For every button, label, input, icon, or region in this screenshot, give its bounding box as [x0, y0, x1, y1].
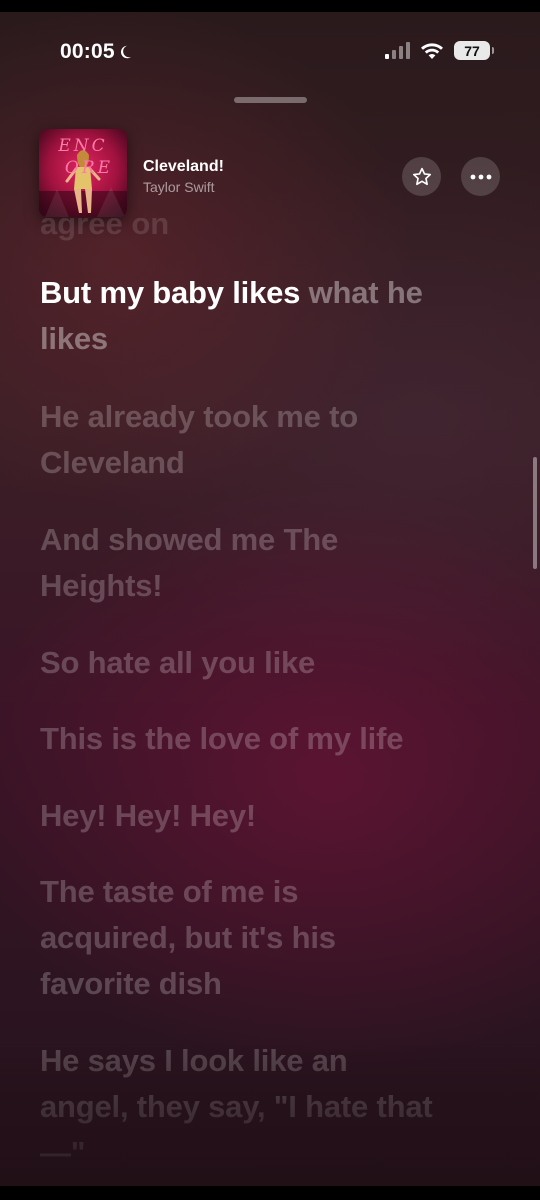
- lyric-line[interactable]: The taste of me is acquired, but it's hi…: [40, 869, 400, 1007]
- lyric-line[interactable]: Hey! Hey! Hey!: [40, 793, 480, 839]
- bottom-edge: [0, 1186, 540, 1200]
- star-icon: [412, 167, 431, 185]
- lyric-line[interactable]: He says I look like an angel, they say, …: [40, 1038, 440, 1176]
- top-edge: [0, 0, 540, 12]
- ellipsis-icon: [470, 174, 491, 179]
- lyric-line-previous[interactable]: agree on: [40, 218, 169, 242]
- svg-text:ORE: ORE: [65, 158, 113, 178]
- status-icons: 77: [384, 41, 494, 60]
- lyric-current-sung: But my baby likes: [40, 275, 301, 310]
- lyric-line[interactable]: He already took me to Cleveland: [40, 394, 400, 486]
- lyric-line[interactable]: This is the love of my life: [40, 716, 500, 762]
- time-label: 00:05: [60, 40, 115, 63]
- scroll-indicator[interactable]: [533, 457, 537, 569]
- more-options-button[interactable]: [461, 157, 500, 196]
- lyric-line[interactable]: So hate all you like: [40, 640, 480, 686]
- status-time: 00:05: [60, 40, 137, 64]
- sheet-grabber[interactable]: [234, 97, 307, 103]
- track-artist[interactable]: Taylor Swift: [143, 179, 215, 195]
- track-title[interactable]: Cleveland!: [143, 158, 224, 176]
- svg-text:ENC: ENC: [57, 136, 107, 156]
- album-artwork-image: ENC ORE: [39, 129, 127, 217]
- wifi-icon: [421, 42, 443, 59]
- cellular-signal-icon: [385, 41, 410, 59]
- battery-indicator: 77: [454, 41, 494, 60]
- lyrics-screen: 00:05 77 ENC ORE Cleveland! Taylor Swift…: [0, 0, 540, 1200]
- battery-level: 77: [464, 42, 480, 59]
- lyric-line-current[interactable]: But my baby likes what he likes: [40, 270, 480, 362]
- lyrics-list[interactable]: agree on But my baby likes what he likes…: [0, 218, 540, 1188]
- album-artwork[interactable]: ENC ORE: [39, 129, 127, 217]
- lyric-line[interactable]: And showed me The Heights!: [40, 517, 340, 609]
- favorite-button[interactable]: [402, 157, 441, 196]
- moon-icon: [120, 45, 131, 59]
